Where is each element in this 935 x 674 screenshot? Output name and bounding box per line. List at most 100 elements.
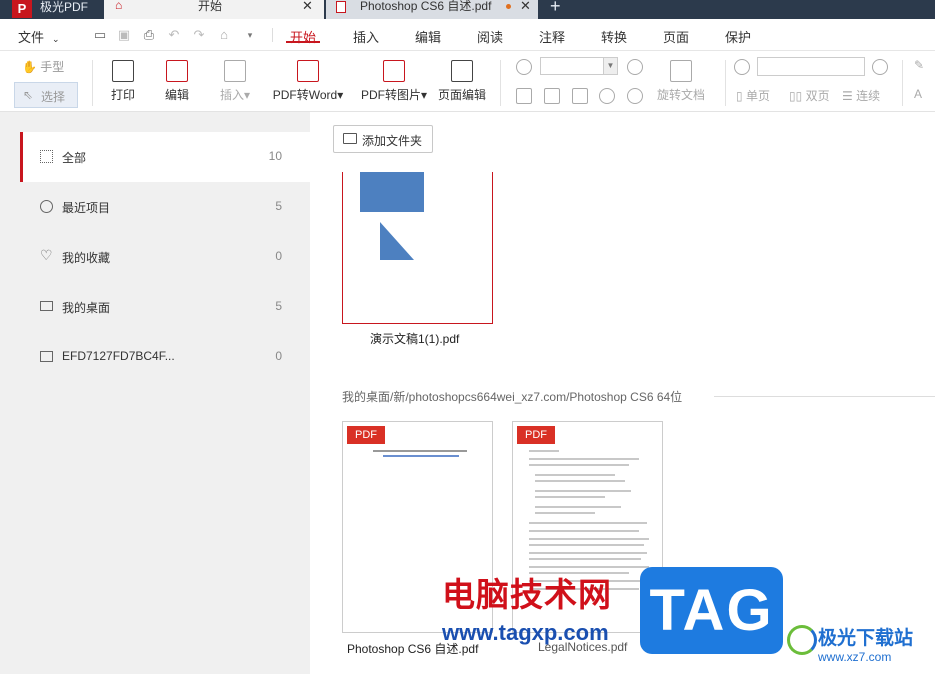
menu-protect[interactable]: 保护: [725, 27, 751, 46]
rotate-right-icon[interactable]: [627, 88, 643, 104]
brand-name: 极光下载站: [818, 628, 914, 649]
file-name[interactable]: 演示文稿1(1).pdf: [370, 330, 459, 347]
text-line: [529, 450, 559, 452]
sidebar-item-favorites[interactable]: ♡ 我的收藏 0: [20, 232, 310, 282]
chevron-down-icon: ▾: [243, 88, 251, 102]
print-button[interactable]: 打印: [105, 60, 141, 103]
watermark-text: 电脑技术网: [442, 576, 612, 613]
close-icon[interactable]: ✕: [520, 0, 531, 14]
chevron-down-icon: ▾: [337, 88, 344, 102]
menu-bar: 文件 ⌄ ▭ ▣ ⎙ ↶ ↷ ⌂ ▾ 开始 插入 编辑 阅读 注释 转换 页面 保…: [0, 19, 935, 51]
actual-size-icon[interactable]: [516, 88, 532, 104]
text-line: [535, 496, 605, 498]
pdf-to-image-button[interactable]: PDF转图片▾: [358, 60, 430, 103]
title-bar: P 极光PDF ⌂ 开始 ✕ Photoshop CS6 自述.pdf ✕ +: [0, 0, 935, 19]
print-label: 打印: [110, 88, 135, 102]
menu-start[interactable]: 开始: [290, 27, 316, 46]
cursor-icon: ⇖: [23, 88, 34, 102]
text-line: [535, 512, 595, 514]
text-line: [529, 544, 644, 546]
fit-page-icon[interactable]: [544, 88, 560, 104]
insert-page-icon: [224, 60, 246, 82]
image-doc-icon: [383, 60, 405, 82]
add-folder-button[interactable]: 添加文件夹: [333, 125, 433, 153]
double-page-button[interactable]: ▯▯ 双页: [789, 87, 830, 104]
tab-home[interactable]: ⌂ 开始 ✕: [104, 0, 324, 19]
customize-chevron-icon[interactable]: ▾: [243, 28, 257, 42]
highlight-icon[interactable]: ✎: [914, 58, 924, 72]
sidebar-item-count: 10: [268, 149, 282, 163]
sidebar-item-label: 最近项目: [62, 201, 111, 215]
app-logo: P: [12, 0, 32, 18]
double-page-label: 双页: [805, 89, 830, 103]
insert-label: 插入: [219, 88, 244, 102]
menu-annotate[interactable]: 注释: [539, 27, 565, 46]
text-line: [529, 538, 649, 540]
zoom-combo[interactable]: ▼: [540, 57, 618, 75]
text-line: [529, 522, 647, 524]
page-edit-button[interactable]: 页面编辑: [436, 60, 488, 103]
tab-home-label: 开始: [198, 0, 223, 13]
menu-read[interactable]: 阅读: [477, 27, 503, 46]
page-number-input[interactable]: [757, 57, 865, 76]
file-menu-label: 文件: [18, 30, 45, 45]
insert-button[interactable]: 插入▾: [214, 60, 256, 103]
sidebar-item-recent[interactable]: 最近项目 5: [20, 182, 310, 232]
menu-convert[interactable]: 转换: [601, 27, 627, 46]
add-folder-label: 添加文件夹: [362, 134, 423, 148]
rotate-doc-button[interactable]: 旋转文档: [656, 60, 706, 103]
save-icon[interactable]: ▣: [117, 28, 131, 42]
sidebar-item-label: 我的桌面: [62, 301, 111, 315]
sidebar-item-count: 5: [275, 299, 282, 313]
tab-document[interactable]: Photoshop CS6 自述.pdf ✕: [326, 0, 538, 19]
rotate-doc-icon: [670, 60, 692, 82]
continuous-label: 连续: [856, 89, 881, 103]
folder-icon: [40, 351, 53, 362]
select-tool[interactable]: ⇖ 选择: [14, 82, 78, 108]
unsaved-dot-icon: [506, 4, 511, 9]
redo-icon[interactable]: ↷: [192, 28, 206, 42]
continuous-button[interactable]: ☰ 连续: [842, 87, 880, 104]
edit-doc-icon: [166, 60, 188, 82]
undo-icon[interactable]: ↶: [167, 28, 181, 42]
chevron-down-icon: ▾: [420, 88, 428, 102]
edit-button[interactable]: 编辑: [159, 60, 195, 103]
printer-icon: [112, 60, 134, 82]
text-line: [535, 474, 615, 476]
pdf-to-word-button[interactable]: PDF转Word▾: [268, 60, 348, 103]
single-page-label: 单页: [745, 89, 770, 103]
continuous-icon: ☰: [842, 89, 853, 103]
menu-page[interactable]: 页面: [663, 27, 689, 46]
menu-edit[interactable]: 编辑: [415, 27, 441, 46]
open-folder-icon[interactable]: ▭: [93, 28, 107, 42]
sidebar-item-all[interactable]: 全部 10: [20, 132, 310, 182]
zoom-out-icon[interactable]: [516, 59, 532, 75]
folder-path: 我的桌面/新/photoshopcs664wei_xz7.com/Photosh…: [342, 390, 683, 404]
brand-url: www.xz7.com: [818, 650, 892, 664]
new-tab-button[interactable]: +: [550, 0, 561, 17]
sidebar-item-folder[interactable]: EFD7127FD7BC4F... 0: [20, 332, 310, 382]
fit-width-icon[interactable]: [572, 88, 588, 104]
monitor-icon: [40, 301, 53, 311]
print-icon[interactable]: ⎙: [142, 28, 156, 42]
zoom-in-icon[interactable]: [627, 59, 643, 75]
text-style-icon[interactable]: A: [914, 87, 922, 101]
rotate-left-icon[interactable]: [599, 88, 615, 104]
sidebar-item-label: 我的收藏: [62, 251, 111, 265]
pdf-to-image-label: PDF转图片: [360, 88, 421, 102]
single-page-button[interactable]: ▯ 单页: [736, 87, 770, 104]
pdf-badge: PDF: [517, 426, 555, 444]
divider: [92, 60, 93, 106]
close-icon[interactable]: ✕: [302, 0, 313, 14]
next-page-icon[interactable]: [872, 59, 888, 75]
brand-logo-icon: [787, 625, 817, 655]
clock-icon: [40, 200, 53, 213]
file-menu[interactable]: 文件 ⌄: [18, 27, 60, 46]
sidebar-item-label: EFD7127FD7BC4F...: [62, 349, 175, 363]
prev-page-icon[interactable]: [734, 59, 750, 75]
home-icon[interactable]: ⌂: [217, 28, 231, 42]
sidebar-item-desktop[interactable]: 我的桌面 5: [20, 282, 310, 332]
menu-insert[interactable]: 插入: [353, 27, 379, 46]
pdf-to-word-label: PDF转Word: [272, 88, 338, 102]
hand-tool[interactable]: ✋ 手型: [22, 58, 64, 75]
